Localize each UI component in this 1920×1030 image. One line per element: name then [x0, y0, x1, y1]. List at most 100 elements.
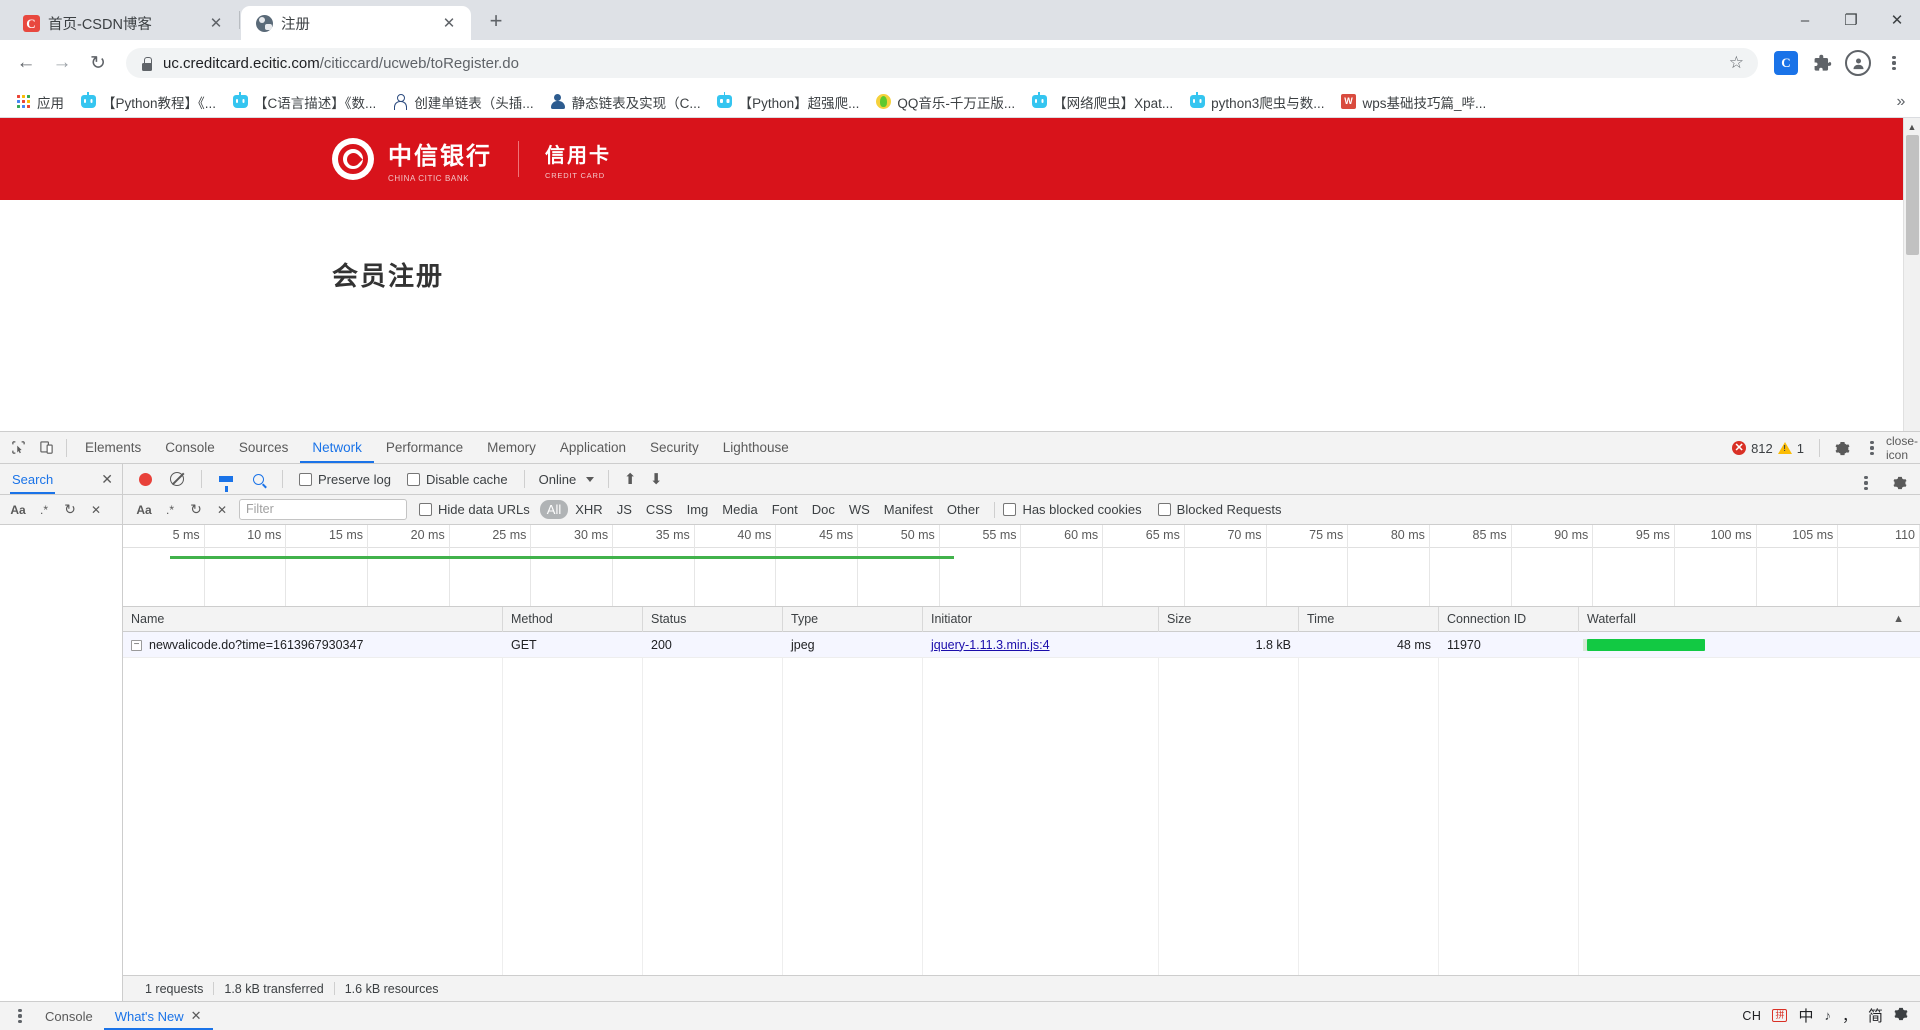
bookmark-item-5[interactable]: 【Python】超强爬... [710, 88, 867, 116]
search-pane-close-icon[interactable]: ✕ [98, 471, 116, 488]
ime-mode-cn[interactable]: 中 [1798, 1005, 1813, 1026]
filter-input[interactable]: Filter [239, 499, 407, 520]
puzzle-extensions-icon[interactable] [1806, 47, 1838, 79]
reload-icon[interactable]: ↻ [82, 47, 114, 79]
disable-cache-checkbox[interactable]: Disable cache [406, 472, 508, 487]
device-toolbar-icon[interactable] [32, 435, 60, 461]
cell-name[interactable]: − newvalicode.do?time=1613967930347 [123, 632, 503, 658]
cell-initiator[interactable]: jquery-1.11.3.min.js:4 [923, 632, 1159, 658]
filter-type-xhr[interactable]: XHR [568, 500, 609, 519]
ime-punctuation[interactable]: ， [1842, 1005, 1857, 1026]
bookmark-item-6[interactable]: QQ音乐-千万正版... [868, 88, 1022, 116]
bank-logo[interactable]: 中信银行 CHINA CITIC BANK 信用卡 CREDIT CARD [332, 136, 611, 183]
tab-close-icon[interactable]: ✕ [439, 13, 459, 33]
column-header-type[interactable]: Type [783, 606, 923, 632]
tab-sources[interactable]: Sources [227, 432, 301, 463]
tab-elements[interactable]: Elements [73, 432, 153, 463]
bookmark-item-1[interactable]: 【Python教程】《... [73, 88, 223, 116]
filter-type-all[interactable]: All [539, 500, 569, 519]
filter-type-ws[interactable]: WS [842, 500, 877, 519]
inspect-cursor-icon[interactable] [4, 435, 32, 461]
has-blocked-cookies-checkbox[interactable]: Has blocked cookies [1003, 502, 1142, 517]
refresh-icon[interactable]: ↻ [183, 499, 209, 521]
bookmark-item-8[interactable]: python3爬虫与数... [1182, 88, 1331, 116]
column-header-time[interactable]: Time [1299, 606, 1439, 632]
column-header-method[interactable]: Method [503, 606, 643, 632]
initiator-link[interactable]: jquery-1.11.3.min.js:4 [931, 638, 1050, 652]
close-window-button[interactable]: ✕ [1874, 0, 1920, 40]
filter-type-media[interactable]: Media [715, 500, 764, 519]
gear-icon[interactable] [1828, 435, 1856, 461]
ime-pinyin-icon[interactable]: 拼 [1772, 1009, 1788, 1022]
gear-icon[interactable] [1894, 1007, 1908, 1024]
search-pane-title[interactable]: Search [10, 464, 55, 494]
tab-console[interactable]: Console [153, 432, 227, 463]
kebab-menu-icon[interactable] [6, 1003, 34, 1029]
filter-type-doc[interactable]: Doc [805, 500, 842, 519]
refresh-search-icon[interactable]: ↻ [58, 499, 82, 521]
network-overview-timeline[interactable]: 5 ms 10 ms 15 ms 20 ms 25 ms 30 ms 35 ms 40 ms 4… [123, 525, 1920, 607]
browser-tab-1[interactable]: 注册 ✕ [241, 6, 471, 40]
match-case-icon[interactable]: Aa [6, 499, 30, 521]
column-header-name[interactable]: Name [123, 606, 503, 632]
browser-tab-0[interactable]: C 首页-CSDN博客 ✕ [8, 6, 238, 40]
preserve-log-checkbox[interactable]: Preserve log [299, 472, 391, 487]
bookmark-star-icon[interactable]: ☆ [1729, 53, 1744, 73]
maximize-button[interactable]: ❐ [1828, 0, 1874, 40]
regex-icon[interactable]: .* [157, 499, 183, 521]
bookmarks-overflow-icon[interactable]: » [1890, 90, 1912, 114]
record-button[interactable] [131, 466, 159, 492]
tab-application[interactable]: Application [548, 432, 638, 463]
match-case-icon[interactable]: Aa [131, 499, 157, 521]
column-header-waterfall[interactable]: Waterfall ▲ [1579, 607, 1920, 632]
filter-type-img[interactable]: Img [680, 500, 716, 519]
clear-filter-icon[interactable]: ✕ [209, 499, 235, 521]
hide-data-urls-checkbox[interactable]: Hide data URLs [419, 502, 530, 517]
clear-search-icon[interactable]: ✕ [84, 499, 108, 521]
bookmark-item-7[interactable]: 【网络爬虫】Xpat... [1024, 88, 1180, 116]
column-header-size[interactable]: Size [1159, 606, 1299, 632]
kebab-menu-icon[interactable] [1852, 470, 1880, 496]
tab-memory[interactable]: Memory [475, 432, 548, 463]
scrollbar-thumb[interactable] [1906, 135, 1919, 255]
filter-type-manifest[interactable]: Manifest [877, 500, 940, 519]
drawer-tab-console[interactable]: Console [34, 1002, 104, 1030]
bookmark-item-4[interactable]: 静态链表及实现（C... [543, 88, 708, 116]
throttling-dropdown[interactable]: Online [535, 472, 599, 487]
filter-type-css[interactable]: CSS [639, 500, 680, 519]
bookmark-item-3[interactable]: 创建单链表（头插... [385, 88, 540, 116]
forward-icon[interactable]: → [46, 47, 78, 79]
clear-button[interactable] [163, 466, 191, 492]
tab-close-icon[interactable]: ✕ [206, 13, 226, 33]
bookmark-item-9[interactable]: W wps基础技巧篇_哔... [1333, 88, 1493, 116]
column-header-connection-id[interactable]: Connection ID [1439, 606, 1579, 632]
sort-arrow-icon[interactable]: ▲ [1893, 607, 1912, 632]
blocked-requests-checkbox[interactable]: Blocked Requests [1157, 502, 1281, 517]
tab-lighthouse[interactable]: Lighthouse [711, 432, 801, 463]
filter-type-other[interactable]: Other [940, 500, 987, 519]
ime-simplified[interactable]: 简 [1868, 1005, 1883, 1026]
lock-icon[interactable] [140, 56, 153, 71]
table-row[interactable]: − newvalicode.do?time=1613967930347 GET 2… [123, 632, 1920, 658]
keyboard-icon[interactable]: ♪ [1824, 1008, 1831, 1023]
regex-icon[interactable]: .* [32, 499, 56, 521]
ime-language[interactable]: CH [1742, 1009, 1761, 1023]
bookmark-item-2[interactable]: 【C语言描述】《数... [225, 88, 383, 116]
tab-network[interactable]: Network [300, 432, 374, 463]
bookmark-apps[interactable]: 应用 [8, 88, 71, 116]
minimize-button[interactable]: – [1782, 0, 1828, 40]
address-bar[interactable]: uc.creditcard.ecitic.com/citiccard/ucweb… [126, 48, 1758, 78]
expand-icon[interactable]: − [131, 639, 142, 651]
profile-avatar[interactable] [1842, 47, 1874, 79]
browser-menu-icon[interactable] [1878, 47, 1910, 79]
kebab-menu-icon[interactable] [1858, 435, 1886, 461]
gear-icon[interactable] [1886, 470, 1914, 496]
export-har-icon[interactable]: ⬇ [645, 470, 667, 488]
issues-counter[interactable]: ✕ 812 1 [1725, 439, 1811, 458]
filter-button[interactable] [212, 466, 240, 492]
import-har-icon[interactable]: ⬆ [619, 470, 641, 488]
search-button[interactable] [244, 466, 272, 492]
drawer-tab-whats-new[interactable]: What's New ✕ [104, 1002, 213, 1030]
extension-icon[interactable]: C [1770, 47, 1802, 79]
drawer-tab-close-icon[interactable]: ✕ [191, 1008, 202, 1024]
